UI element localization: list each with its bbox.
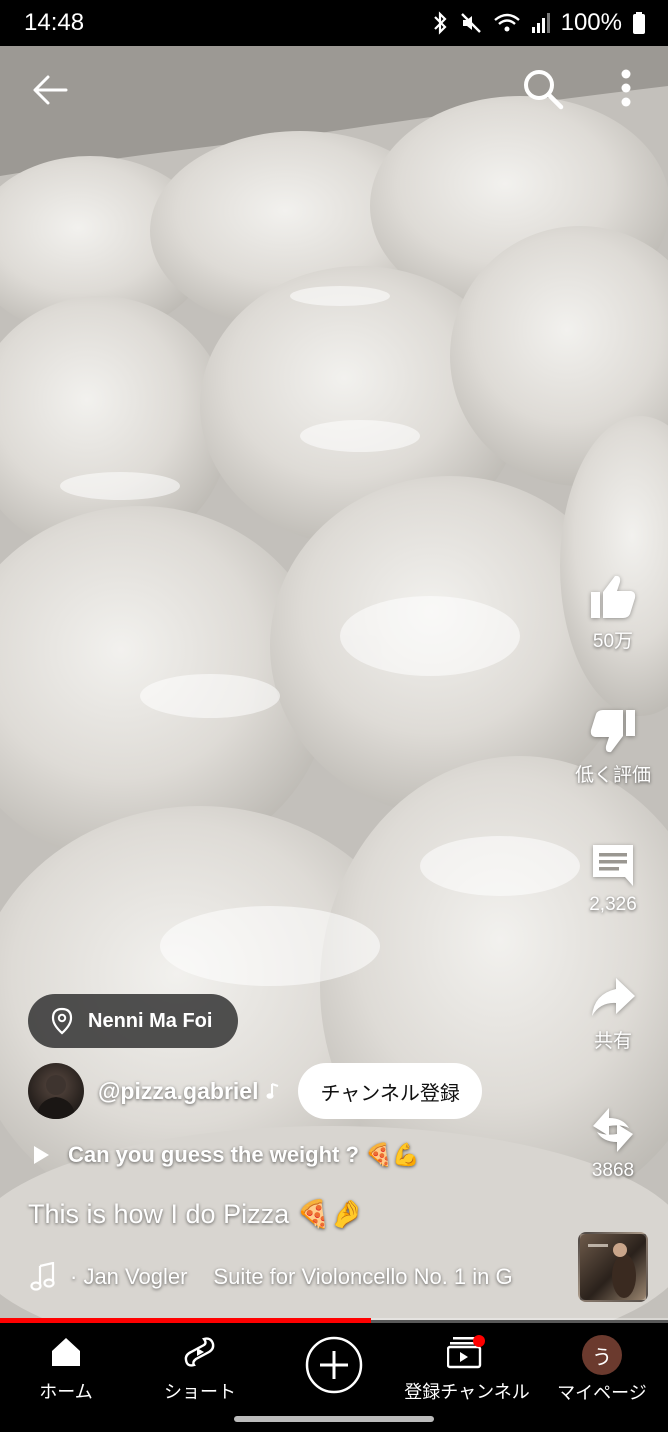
- comment-count: 2,326: [589, 894, 637, 915]
- nav-shorts[interactable]: ショート: [160, 1335, 240, 1404]
- nav-subscriptions[interactable]: 登録チャンネル: [404, 1335, 530, 1404]
- playlist-row[interactable]: Can you guess the weight ? 🍕💪: [32, 1138, 420, 1172]
- nav-home[interactable]: ホーム: [30, 1335, 102, 1404]
- thumb-down-icon: [590, 710, 635, 753]
- music-artist: · Jan Vogler: [70, 1264, 188, 1289]
- nav-mypage-label: マイページ: [557, 1383, 647, 1404]
- nav-subscriptions-label: 登録チャンネル: [404, 1382, 530, 1403]
- remix-count: 3868: [591, 1160, 635, 1181]
- home-indicator: [234, 1416, 434, 1422]
- user-avatar: う: [582, 1335, 622, 1375]
- create-plus-icon: [305, 1336, 363, 1394]
- status-bar: 14:48 100%: [0, 0, 668, 46]
- battery-percent: 100%: [560, 9, 622, 36]
- mute-icon: [460, 13, 481, 33]
- location-pin-icon: [51, 1007, 73, 1035]
- album-art: [588, 1243, 636, 1298]
- playlist-title: Can you guess the weight ? 🍕💪: [68, 1142, 420, 1167]
- comment-icon: [593, 845, 633, 886]
- music-album-thumbnail[interactable]: [578, 1232, 648, 1302]
- nav-mypage[interactable]: う マイページ: [556, 1335, 648, 1405]
- dislike-label: 低く評価: [574, 765, 651, 786]
- wifi-icon: [493, 13, 520, 32]
- like-count: 50万: [592, 631, 634, 652]
- subscriptions-icon: [446, 1335, 485, 1369]
- status-icons: 100%: [431, 9, 646, 37]
- channel-avatar[interactable]: [28, 1063, 84, 1119]
- bluetooth-icon: [433, 11, 447, 35]
- status-time: 14:48: [24, 9, 85, 36]
- remix-button[interactable]: 3868: [558, 1104, 668, 1182]
- user-avatar-letter: う: [592, 1344, 612, 1369]
- share-label: 共有: [593, 1031, 632, 1052]
- music-icon: [30, 1262, 55, 1291]
- signal-icon: [531, 13, 550, 33]
- location-name: Nenni Ma Foi: [88, 1009, 213, 1032]
- play-icon: [34, 1146, 49, 1164]
- share-icon: [592, 978, 635, 1016]
- video-caption[interactable]: This is how I do Pizza 🍕🤌: [28, 1198, 364, 1230]
- avatar-image: [36, 1075, 76, 1119]
- like-button[interactable]: 50万: [558, 572, 668, 653]
- subscribe-button[interactable]: チャンネル登録: [298, 1063, 482, 1119]
- nav-create[interactable]: [304, 1335, 364, 1400]
- remix-icon: [593, 1108, 633, 1152]
- back-arrow-icon[interactable]: [28, 68, 72, 112]
- top-bar: [0, 46, 668, 132]
- comments-button[interactable]: 2,326: [558, 840, 668, 916]
- location-pill[interactable]: Nenni Ma Foi: [28, 994, 239, 1048]
- channel-handle[interactable]: @pizza.gabriel: [98, 1078, 258, 1105]
- thumb-up-icon: [591, 575, 636, 618]
- share-button[interactable]: 共有: [558, 972, 668, 1053]
- home-icon: [52, 1338, 80, 1366]
- more-vert-icon[interactable]: [608, 66, 644, 112]
- music-track: Suite for Violoncello No. 1 in G: [213, 1264, 513, 1289]
- shorts-icon: [184, 1337, 215, 1367]
- dislike-button[interactable]: 低く評価: [558, 706, 668, 787]
- nav-home-label: ホーム: [39, 1382, 93, 1403]
- channel-row: @pizza.gabriel チャンネル登録: [28, 1062, 482, 1120]
- nav-shorts-label: ショート: [164, 1382, 236, 1403]
- music-row[interactable]: · Jan Vogler Suite for Violoncello No. 1…: [30, 1262, 513, 1292]
- music-note-icon: [266, 1083, 279, 1099]
- battery-icon: [633, 12, 645, 34]
- search-icon[interactable]: [520, 66, 566, 112]
